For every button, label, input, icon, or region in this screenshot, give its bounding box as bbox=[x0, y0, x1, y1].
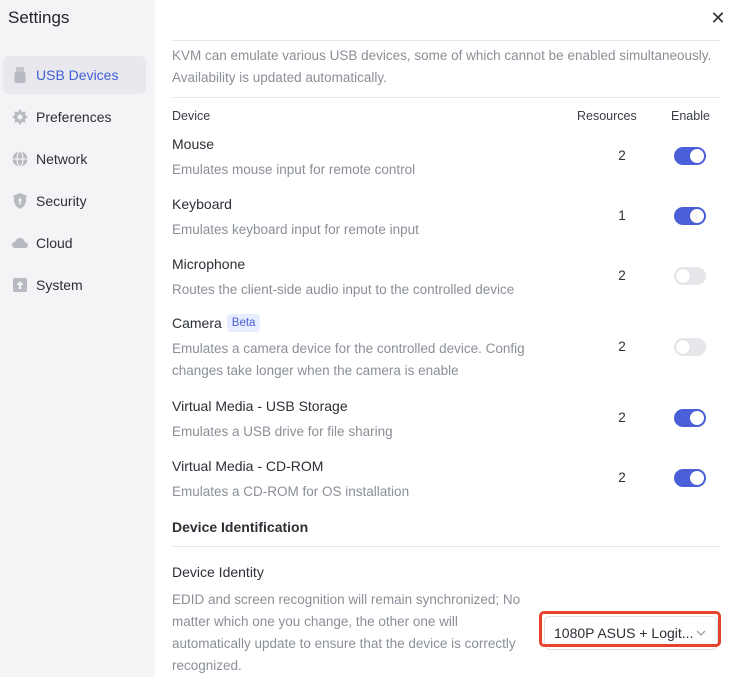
device-description: Emulates keyboard input for remote input bbox=[172, 222, 419, 237]
sidebar-item-label: Network bbox=[36, 151, 88, 167]
device-name: Microphone bbox=[172, 256, 246, 272]
camera-enable-toggle[interactable] bbox=[674, 338, 706, 356]
device-row-camera: Camera Beta Emulates a camera device for… bbox=[172, 314, 720, 384]
device-description: Emulates mouse input for remote control bbox=[172, 162, 416, 177]
sidebar-nav: USB Devices Preferences Network Security… bbox=[3, 56, 146, 308]
column-header-enable: Enable bbox=[671, 109, 710, 123]
device-description: Emulates a camera device for the control… bbox=[172, 341, 525, 378]
gear-icon bbox=[11, 108, 29, 126]
device-name: Virtual Media - CD-ROM bbox=[172, 458, 324, 474]
device-resources: 2 bbox=[618, 339, 626, 354]
sidebar-item-preferences[interactable]: Preferences bbox=[3, 98, 146, 136]
microphone-enable-toggle[interactable] bbox=[674, 267, 706, 285]
device-name: Virtual Media - USB Storage bbox=[172, 398, 348, 414]
intro-text: KVM can emulate various USB devices, som… bbox=[172, 48, 712, 85]
usb-devices-panel: KVM can emulate various USB devices, som… bbox=[155, 0, 738, 677]
device-description: Routes the client-side audio input to th… bbox=[172, 282, 515, 297]
device-name: Camera Beta bbox=[172, 314, 261, 332]
cd-rom-enable-toggle[interactable] bbox=[674, 469, 706, 487]
sidebar-item-label: System bbox=[36, 277, 83, 293]
sidebar-item-usb-devices[interactable]: USB Devices bbox=[3, 56, 146, 94]
sidebar-item-cloud[interactable]: Cloud bbox=[3, 224, 146, 262]
sidebar-item-label: Cloud bbox=[36, 235, 73, 251]
toggle-knob bbox=[676, 269, 690, 283]
shield-icon bbox=[11, 192, 29, 210]
column-header-device: Device bbox=[172, 109, 211, 123]
sidebar-item-label: Preferences bbox=[36, 109, 112, 125]
divider bbox=[172, 40, 720, 41]
section-title-device-identification: Device Identification bbox=[172, 519, 309, 535]
cloud-icon bbox=[11, 234, 29, 252]
sidebar-item-security[interactable]: Security bbox=[3, 182, 146, 220]
usb-storage-enable-toggle[interactable] bbox=[674, 409, 706, 427]
keyboard-enable-toggle[interactable] bbox=[674, 207, 706, 225]
divider bbox=[172, 546, 720, 547]
toggle-knob bbox=[690, 471, 704, 485]
device-row-mouse: Mouse Emulates mouse input for remote co… bbox=[172, 135, 720, 195]
globe-icon bbox=[11, 150, 29, 168]
device-resources: 2 bbox=[618, 410, 626, 425]
device-name: Keyboard bbox=[172, 196, 232, 212]
device-name: Mouse bbox=[172, 136, 215, 152]
device-resources: 2 bbox=[618, 470, 626, 485]
system-icon bbox=[11, 276, 29, 294]
sidebar: Settings USB Devices Preferences Network… bbox=[0, 0, 155, 677]
mouse-enable-toggle[interactable] bbox=[674, 147, 706, 165]
toggle-knob bbox=[676, 340, 690, 354]
usb-icon bbox=[11, 66, 29, 84]
device-identity-selected-value: 1080P ASUS + Logit... bbox=[554, 625, 694, 641]
divider bbox=[172, 97, 720, 98]
device-resources: 1 bbox=[618, 208, 626, 223]
device-row-cd-rom: Virtual Media - CD-ROM Emulates a CD-ROM… bbox=[172, 457, 720, 517]
toggle-knob bbox=[690, 149, 704, 163]
sidebar-item-label: USB Devices bbox=[36, 67, 119, 83]
chevron-down-icon bbox=[695, 626, 707, 638]
toggle-knob bbox=[690, 411, 704, 425]
device-row-usb-storage: Virtual Media - USB Storage Emulates a U… bbox=[172, 397, 720, 457]
beta-badge: Beta bbox=[226, 314, 261, 332]
device-description: Emulates a USB drive for file sharing bbox=[172, 424, 393, 439]
toggle-knob bbox=[690, 209, 704, 223]
app-title: Settings bbox=[8, 8, 70, 27]
column-header-resources: Resources bbox=[577, 109, 637, 123]
sidebar-item-network[interactable]: Network bbox=[3, 140, 146, 178]
device-identity-select[interactable]: 1080P ASUS + Logit... bbox=[544, 616, 718, 650]
device-row-microphone: Microphone Routes the client-side audio … bbox=[172, 255, 720, 315]
device-resources: 2 bbox=[618, 148, 626, 163]
device-identity-description: EDID and screen recognition will remain … bbox=[172, 592, 521, 673]
device-identity-title: Device Identity bbox=[172, 564, 264, 580]
device-row-keyboard: Keyboard Emulates keyboard input for rem… bbox=[172, 195, 720, 255]
sidebar-item-system[interactable]: System bbox=[3, 266, 146, 304]
sidebar-item-label: Security bbox=[36, 193, 87, 209]
device-resources: 2 bbox=[618, 268, 626, 283]
device-description: Emulates a CD-ROM for OS installation bbox=[172, 484, 410, 499]
